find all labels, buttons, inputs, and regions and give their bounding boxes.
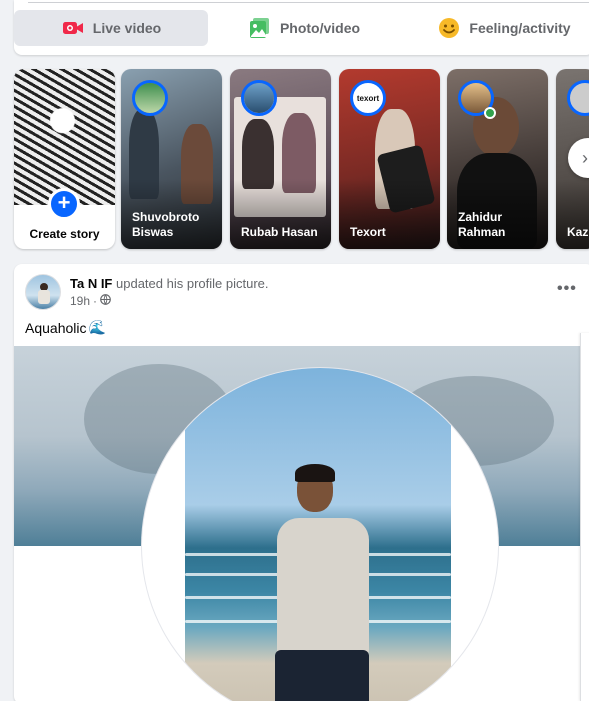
- story-card[interactable]: Rubab Hasan: [230, 69, 331, 249]
- composer-divider: [28, 2, 589, 3]
- post-caption-text: Aquaholic: [25, 319, 87, 336]
- post-action-text: updated his profile picture.: [116, 276, 269, 291]
- live-video-label: Live video: [92, 20, 162, 36]
- post-author-name[interactable]: Ta N IF: [70, 276, 112, 291]
- story-avatar: [567, 80, 589, 116]
- person-shirt: [277, 518, 369, 658]
- wave-emoji-icon: 🌊: [88, 319, 106, 335]
- story-avatar: [241, 80, 277, 116]
- person-hair: [295, 464, 335, 482]
- online-status-dot: [484, 107, 496, 119]
- create-story-plus-icon: +: [48, 188, 80, 220]
- post-timestamp[interactable]: 19h: [70, 294, 90, 308]
- story-author-name: Rubab Hasan: [241, 225, 318, 239]
- create-story-label: Create story: [29, 227, 100, 241]
- post-header: Ta N IF updated his profile picture.: [70, 276, 268, 291]
- story-card[interactable]: Shuvobroto Biswas: [121, 69, 222, 249]
- feed-post: Ta N IF updated his profile picture. 19h…: [14, 264, 589, 701]
- story-author-name: Texort: [350, 225, 386, 239]
- story-avatar: [132, 80, 168, 116]
- chevron-right-icon: ›: [582, 148, 588, 168]
- post-caption: Aquaholic 🌊: [25, 319, 106, 336]
- live-video-icon: [61, 16, 85, 40]
- story-author-name: Kazi: [567, 225, 589, 239]
- story-author-name: Shuvobroto Biswas: [132, 210, 200, 239]
- post-meta: 19h ·: [70, 294, 111, 308]
- photo-video-button[interactable]: Photo/video: [244, 10, 364, 46]
- meta-separator: ·: [93, 294, 98, 308]
- person-pants: [275, 650, 369, 701]
- profile-picture[interactable]: [142, 368, 498, 701]
- photo-video-icon: [248, 16, 272, 40]
- story-card[interactable]: texort Texort: [339, 69, 440, 249]
- public-globe-icon: [100, 294, 111, 308]
- story-avatar-text: texort: [356, 93, 380, 103]
- photo-video-label: Photo/video: [279, 20, 361, 36]
- create-story-card[interactable]: + Create story: [14, 69, 115, 249]
- feeling-activity-icon: [437, 16, 461, 40]
- story-avatar: texort: [350, 80, 386, 116]
- feeling-activity-label: Feeling/activity: [469, 20, 571, 36]
- story-card[interactable]: Zahidur Rahman: [447, 69, 548, 249]
- story-author-name: Zahidur Rahman: [458, 210, 506, 239]
- post-more-options-button[interactable]: •••: [557, 280, 577, 298]
- feeling-activity-button[interactable]: Feeling/activity: [434, 10, 574, 46]
- create-story-image: [14, 69, 115, 205]
- side-panel-edge: [580, 333, 589, 701]
- live-video-button[interactable]: Live video: [14, 10, 208, 46]
- more-dots-icon: •••: [557, 280, 577, 297]
- post-author-avatar[interactable]: [25, 274, 61, 310]
- profile-picture-photo: [185, 368, 451, 701]
